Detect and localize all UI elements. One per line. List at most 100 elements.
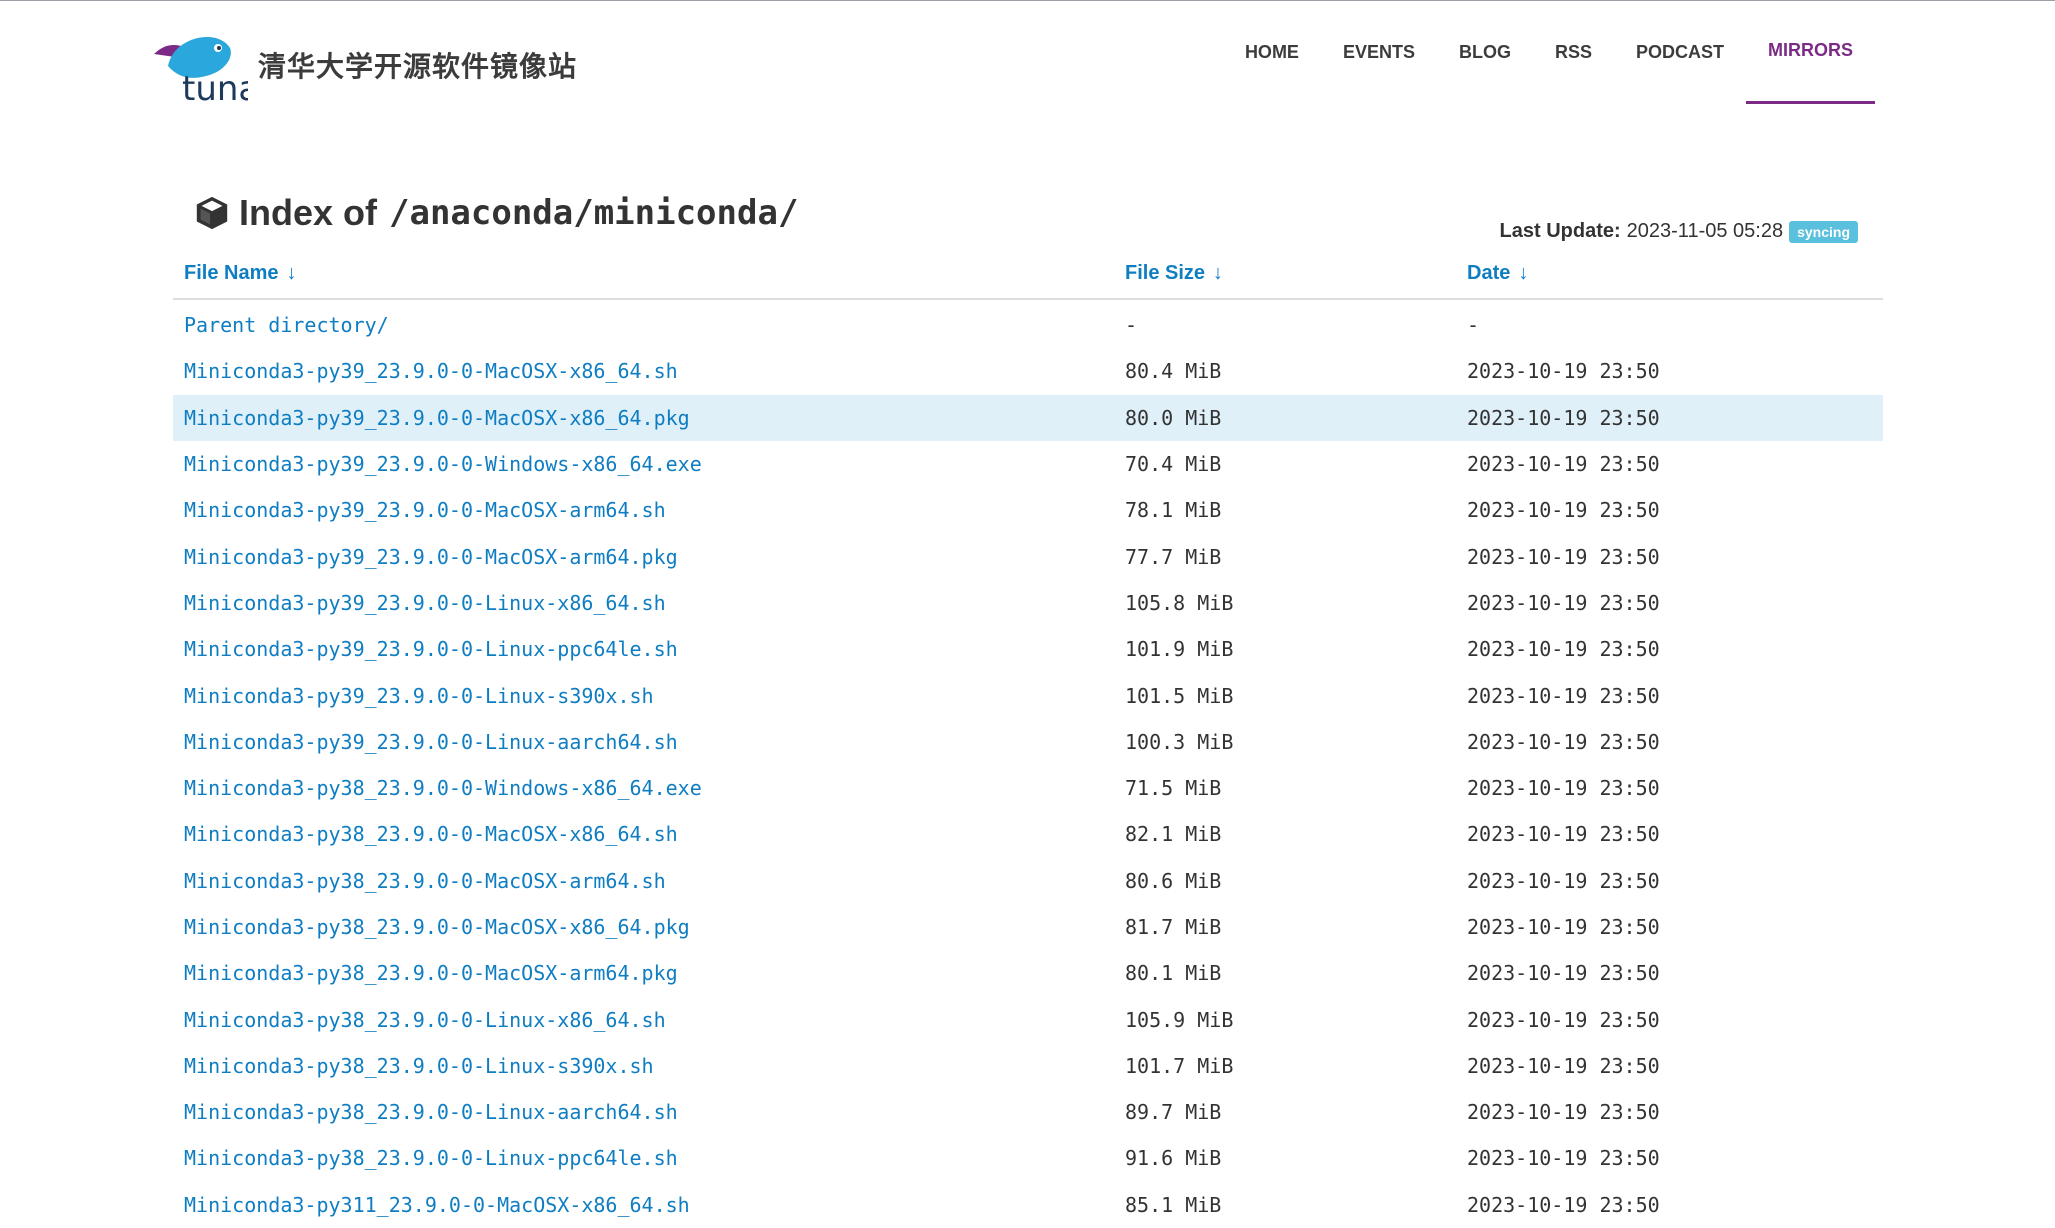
file-link[interactable]: Miniconda3-py38_23.9.0-0-MacOSX-x86_64.p… [184,915,690,939]
file-link[interactable]: Miniconda3-py38_23.9.0-0-Linux-ppc64le.s… [184,1146,678,1170]
col-date-label: Date [1467,262,1511,284]
file-link[interactable]: Miniconda3-py311_23.9.0-0-MacOSX-x86_64.… [184,1193,690,1217]
file-link[interactable]: Miniconda3-py39_23.9.0-0-MacOSX-arm64.pk… [184,545,678,569]
table-row: Miniconda3-py38_23.9.0-0-MacOSX-x86_64.p… [173,904,1883,950]
table-row: Miniconda3-py39_23.9.0-0-Windows-x86_64.… [173,441,1883,487]
file-date-cell: 2023-10-19 23:50 [1467,776,1660,801]
sort-by-size[interactable]: File Size ↓ [1125,262,1223,285]
file-link[interactable]: Miniconda3-py38_23.9.0-0-MacOSX-arm64.sh [184,869,666,893]
file-date-cell: - [1467,313,1480,338]
last-update-value: 2023-11-05 05:28 [1626,220,1784,242]
file-link[interactable]: Miniconda3-py38_23.9.0-0-Linux-aarch64.s… [184,1100,678,1124]
file-link[interactable]: Miniconda3-py39_23.9.0-0-MacOSX-arm64.sh [184,498,666,522]
title-prefix: Index of [239,192,378,233]
sort-arrow-icon: ↓ [286,262,297,284]
file-size-cell: 80.1 MiB [1125,961,1222,986]
file-name-cell: Miniconda3-py38_23.9.0-0-MacOSX-x86_64.s… [173,811,1125,857]
package-cube-icon [196,196,228,230]
file-link[interactable]: Miniconda3-py38_23.9.0-0-MacOSX-arm64.pk… [184,961,678,985]
file-link[interactable]: Miniconda3-py38_23.9.0-0-Windows-x86_64.… [184,776,702,800]
tuna-logo-icon[interactable]: tuna [148,26,248,104]
file-size-cell: 85.1 MiB [1125,1192,1222,1217]
file-date-cell: 2023-10-19 23:50 [1467,1053,1660,1078]
file-name-cell: Miniconda3-py38_23.9.0-0-Linux-s390x.sh [173,1043,1125,1089]
file-size-cell: - [1125,313,1138,338]
file-date-cell: 2023-10-19 23:50 [1467,637,1660,662]
file-size-cell: 105.9 MiB [1125,1007,1234,1032]
sort-by-date[interactable]: Date ↓ [1467,262,1528,285]
file-link[interactable]: Miniconda3-py38_23.9.0-0-Linux-x86_64.sh [184,1008,666,1032]
file-link[interactable]: Miniconda3-py39_23.9.0-0-MacOSX-x86_64.p… [184,406,690,430]
table-row: Miniconda3-py39_23.9.0-0-Linux-aarch64.s… [173,719,1883,765]
file-name-cell: Miniconda3-py39_23.9.0-0-Windows-x86_64.… [173,441,1125,487]
file-name-cell: Miniconda3-py39_23.9.0-0-MacOSX-arm64.sh [173,487,1125,533]
title-path: /anaconda/miniconda/ [389,193,799,233]
brand[interactable]: tuna 清华大学开源软件镜像站 [148,26,577,104]
table-row: Parent directory/ - - [173,302,1883,348]
file-date-cell: 2023-10-19 23:50 [1467,452,1660,477]
parent-directory-link[interactable]: Parent directory/ [184,313,389,337]
file-link[interactable]: Miniconda3-py39_23.9.0-0-Linux-x86_64.sh [184,591,666,615]
nav-rss[interactable]: RSS [1533,0,1614,104]
file-link[interactable]: Miniconda3-py38_23.9.0-0-Linux-s390x.sh [184,1054,654,1078]
file-name-cell: Miniconda3-py39_23.9.0-0-MacOSX-arm64.pk… [173,533,1125,579]
file-size-cell: 82.1 MiB [1125,822,1222,847]
file-date-cell: 2023-10-19 23:50 [1467,359,1660,384]
file-link[interactable]: Miniconda3-py39_23.9.0-0-MacOSX-x86_64.s… [184,359,678,383]
file-link[interactable]: Miniconda3-py39_23.9.0-0-Linux-s390x.sh [184,684,654,708]
site-title[interactable]: 清华大学开源软件镜像站 [258,45,577,85]
column-headers: File Name ↓ File Size ↓ Date ↓ [173,258,1883,300]
file-date-cell: 2023-10-19 23:50 [1467,590,1660,615]
file-date-cell: 2023-10-19 23:50 [1467,1007,1660,1032]
file-link[interactable]: Miniconda3-py39_23.9.0-0-Windows-x86_64.… [184,452,702,476]
file-name-cell: Miniconda3-py39_23.9.0-0-Linux-x86_64.sh [173,580,1125,626]
table-row: Miniconda3-py39_23.9.0-0-MacOSX-arm64.sh… [173,487,1883,533]
file-name-cell: Parent directory/ [173,302,1125,348]
table-row: Miniconda3-py39_23.9.0-0-Linux-x86_64.sh… [173,580,1883,626]
file-name-cell: Miniconda3-py38_23.9.0-0-Linux-aarch64.s… [173,1089,1125,1135]
file-link[interactable]: Miniconda3-py38_23.9.0-0-MacOSX-x86_64.s… [184,822,678,846]
file-size-cell: 71.5 MiB [1125,776,1222,801]
file-name-cell: Miniconda3-py38_23.9.0-0-Windows-x86_64.… [173,765,1125,811]
nav-events[interactable]: EVENTS [1321,0,1437,104]
table-row: Miniconda3-py38_23.9.0-0-Linux-x86_64.sh… [173,996,1883,1042]
file-name-cell: Miniconda3-py38_23.9.0-0-MacOSX-x86_64.p… [173,904,1125,950]
file-name-cell: Miniconda3-py39_23.9.0-0-MacOSX-x86_64.s… [173,348,1125,394]
nav-blog[interactable]: BLOG [1437,0,1533,104]
sort-by-name[interactable]: File Name ↓ [184,262,296,285]
file-date-cell: 2023-10-19 23:50 [1467,498,1660,523]
file-date-cell: 2023-10-19 23:50 [1467,405,1660,430]
file-link[interactable]: Miniconda3-py39_23.9.0-0-Linux-aarch64.s… [184,730,678,754]
table-row: Miniconda3-py38_23.9.0-0-Linux-aarch64.s… [173,1089,1883,1135]
file-link[interactable]: Miniconda3-py39_23.9.0-0-Linux-ppc64le.s… [184,637,678,661]
nav-podcast[interactable]: PODCAST [1614,0,1746,104]
last-update-label: Last Update: [1499,220,1621,242]
file-size-cell: 80.0 MiB [1125,405,1222,430]
page-title: Index of /anaconda/miniconda/ [193,192,798,234]
table-row: Miniconda3-py39_23.9.0-0-MacOSX-x86_64.s… [173,348,1883,394]
file-size-cell: 81.7 MiB [1125,915,1222,939]
table-row: Miniconda3-py38_23.9.0-0-MacOSX-x86_64.s… [173,811,1883,857]
file-size-cell: 77.7 MiB [1125,544,1222,569]
file-date-cell: 2023-10-19 23:50 [1467,1146,1660,1171]
file-name-cell: Miniconda3-py39_23.9.0-0-Linux-aarch64.s… [173,719,1125,765]
status-badge: syncing [1789,220,1858,243]
file-name-cell: Miniconda3-py39_23.9.0-0-Linux-ppc64le.s… [173,626,1125,672]
table-row: Miniconda3-py38_23.9.0-0-Linux-ppc64le.s… [173,1135,1883,1181]
nav-home[interactable]: HOME [1223,0,1321,104]
file-size-cell: 70.4 MiB [1125,452,1222,477]
file-date-cell: 2023-10-19 23:50 [1467,822,1660,847]
title-row: Index of /anaconda/miniconda/ Last Updat… [173,180,1883,300]
col-size-label: File Size [1125,262,1206,284]
last-update: Last Update: 2023-11-05 05:28 syncing [1500,220,1858,243]
file-date-cell: 2023-10-19 23:50 [1467,683,1660,708]
file-size-cell: 101.5 MiB [1125,683,1234,708]
nav-mirrors[interactable]: MIRRORS [1746,0,1875,104]
table-row: Miniconda3-py38_23.9.0-0-Windows-x86_64.… [173,765,1883,811]
file-name-cell: Miniconda3-py39_23.9.0-0-Linux-s390x.sh [173,672,1125,718]
table-row: Miniconda3-py311_23.9.0-0-MacOSX-x86_64.… [173,1182,1883,1228]
file-date-cell: 2023-10-19 23:50 [1467,729,1660,754]
file-size-cell: 105.8 MiB [1125,590,1234,615]
file-table: Parent directory/ - - Miniconda3-py39_23.9.… [173,302,1883,1228]
file-size-cell: 101.7 MiB [1125,1053,1234,1078]
